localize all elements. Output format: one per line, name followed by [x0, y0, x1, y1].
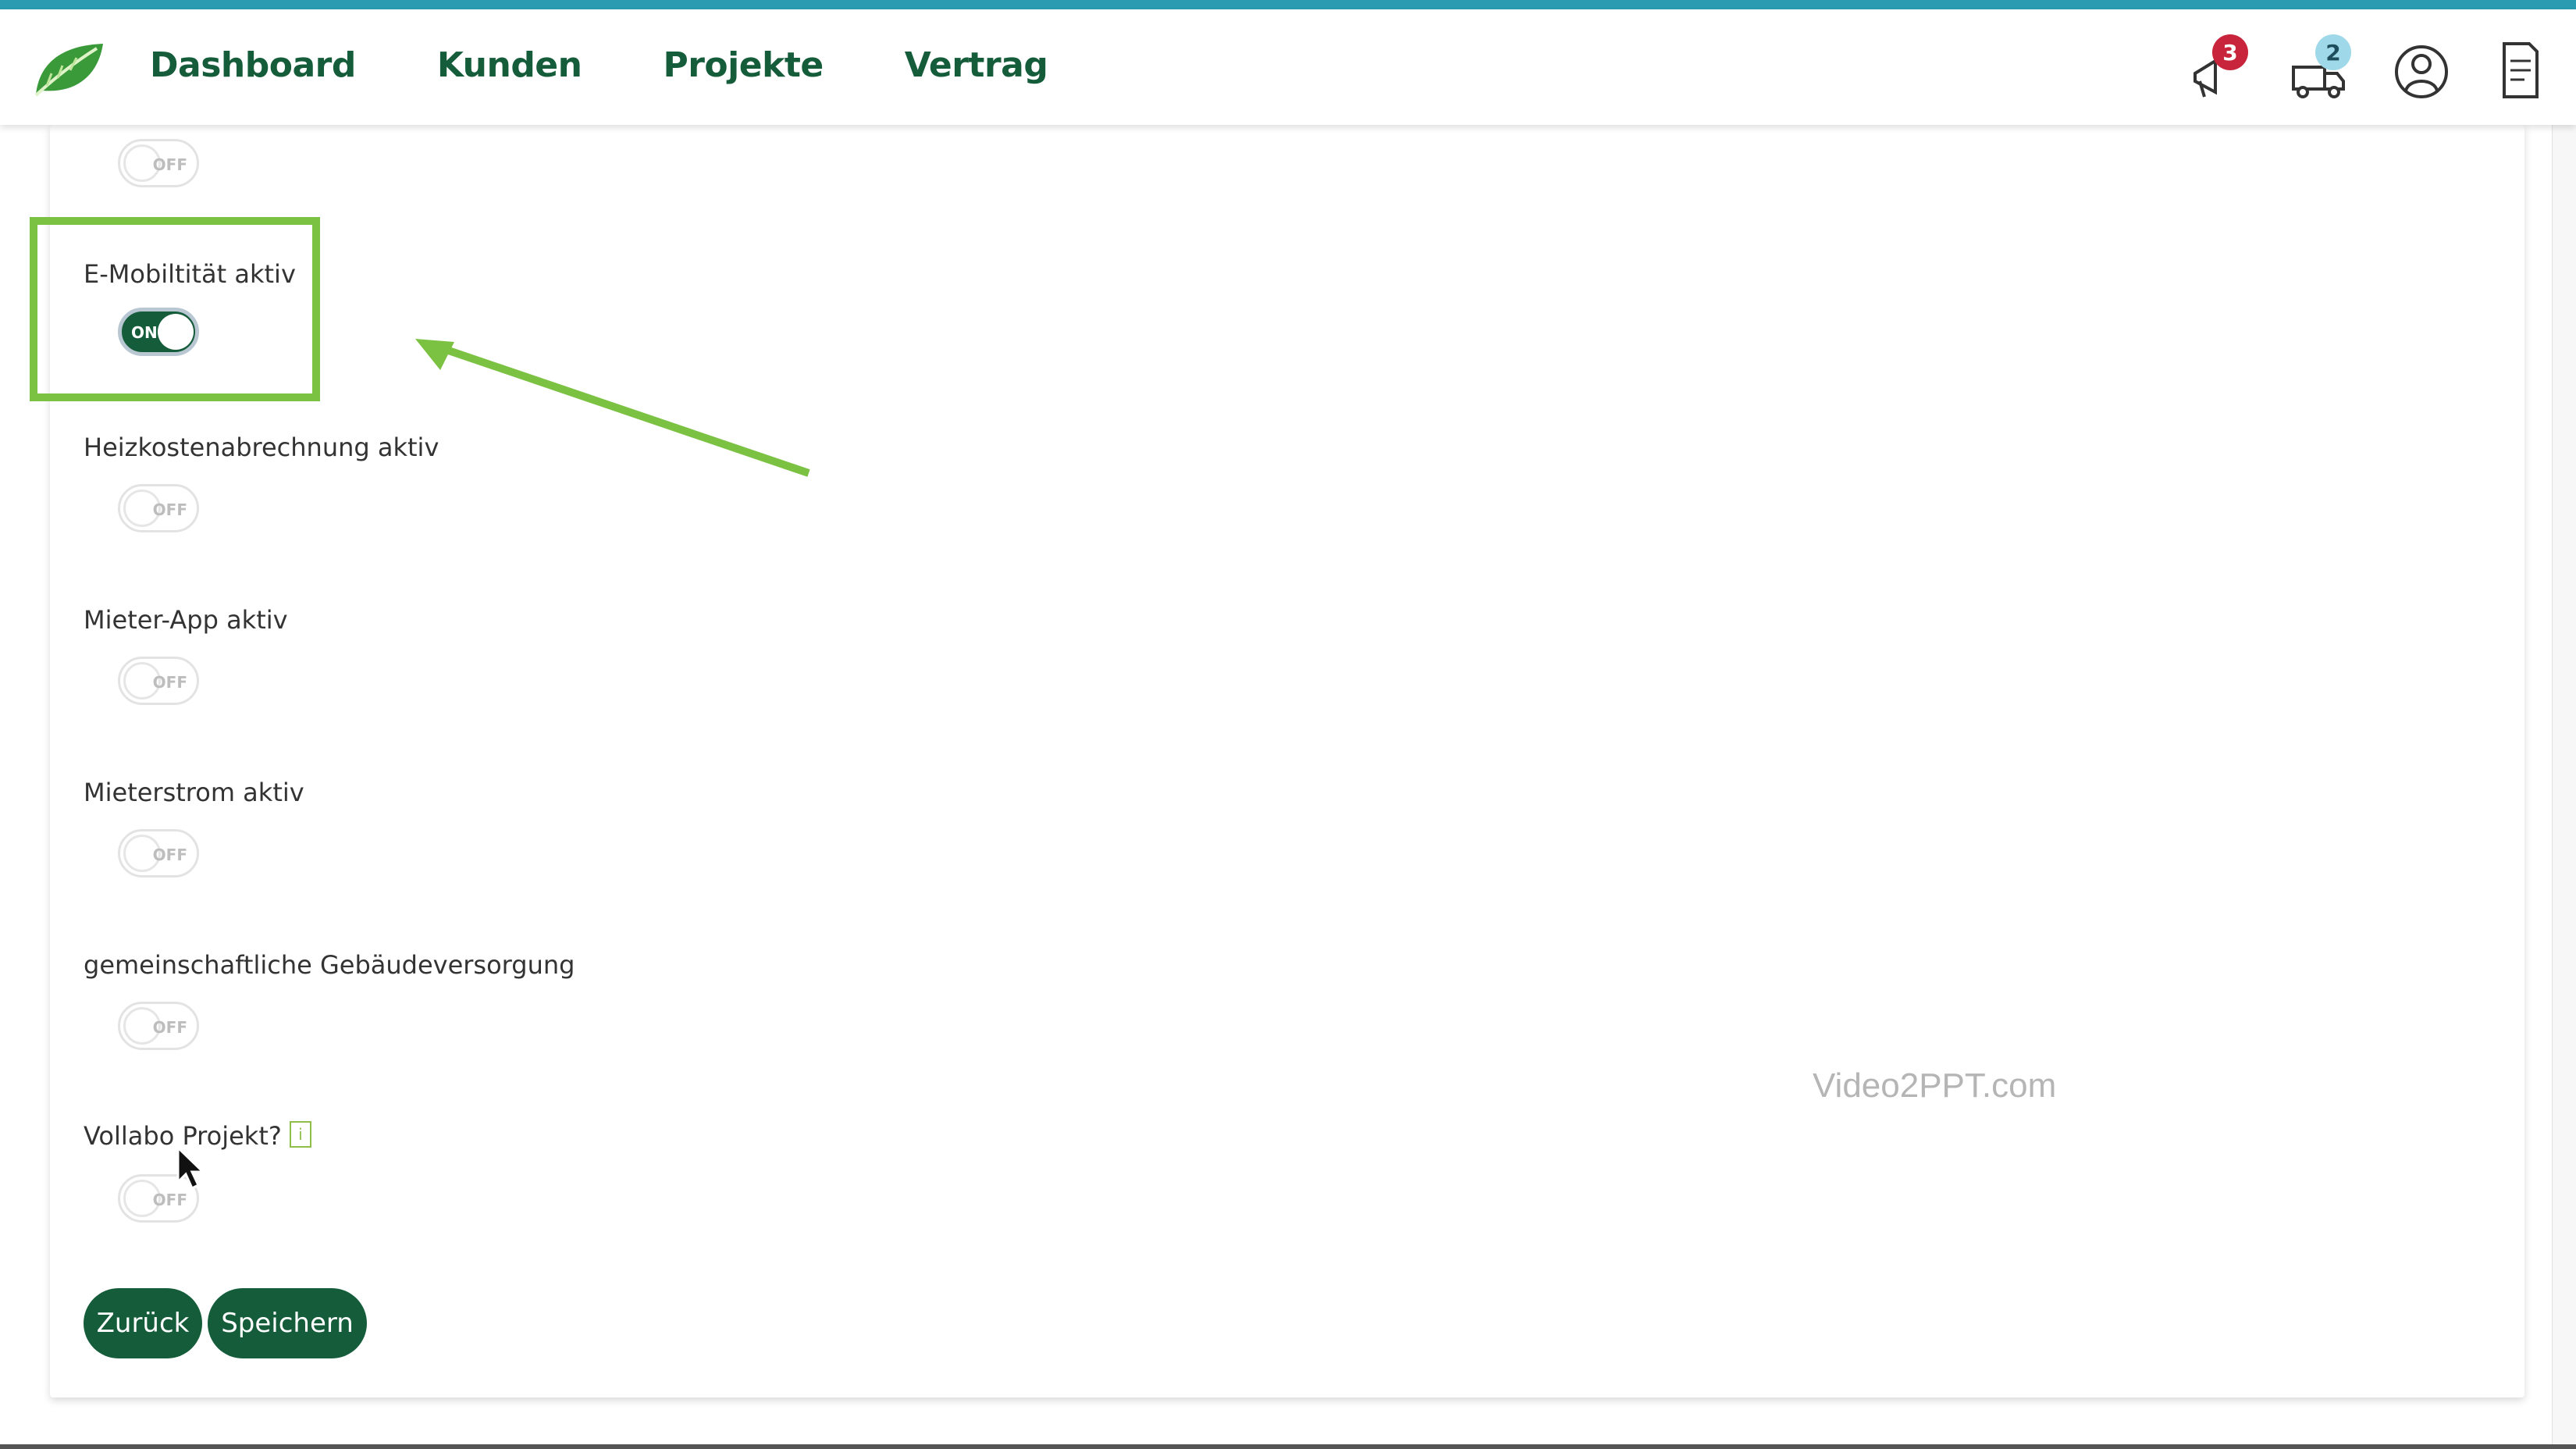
- toggle-state-label: OFF: [152, 1191, 187, 1209]
- toggle-state-label: OFF: [152, 155, 187, 174]
- notifications-button[interactable]: 3: [2187, 34, 2248, 103]
- toggle-state-label: OFF: [152, 846, 187, 864]
- toggle-state-label: OFF: [152, 500, 187, 519]
- annotation-arrow-icon: [415, 339, 810, 477]
- nav-dashboard[interactable]: Dashboard: [150, 45, 356, 85]
- field-heating-billing: Heizkostenabrechnung aktiv OFF: [84, 433, 439, 532]
- info-icon[interactable]: i: [289, 1121, 311, 1148]
- toggle-state-label: OFF: [152, 1018, 187, 1037]
- profile-button[interactable]: [2393, 37, 2450, 103]
- toggle-previous-setting[interactable]: OFF: [118, 139, 199, 187]
- tenant-power-label: Mieterstrom aktiv: [84, 778, 304, 807]
- heating-billing-label: Heizkostenabrechnung aktiv: [84, 433, 439, 462]
- document-icon: [2503, 42, 2539, 98]
- nav-projekte[interactable]: Projekte: [663, 45, 824, 85]
- field-shared-building-supply: gemeinschaftliche Gebäudeversorgung OFF: [84, 950, 575, 1050]
- nav-kunden[interactable]: Kunden: [437, 45, 582, 85]
- watermark: Video2PPT.com: [1813, 1066, 2057, 1105]
- user-avatar-icon: [2395, 45, 2448, 98]
- top-accent-line: [0, 0, 2576, 9]
- main-nav: Dashboard Kunden Projekte Vertrag: [150, 45, 1048, 85]
- field-tenant-power: Mieterstrom aktiv OFF: [84, 778, 304, 878]
- back-button[interactable]: Zurück: [84, 1288, 202, 1358]
- field-tenant-app: Mieter-App aktiv OFF: [84, 605, 288, 705]
- nav-vertrag[interactable]: Vertrag: [905, 45, 1048, 85]
- top-navigation-bar: Dashboard Kunden Projekte Vertrag 3 2: [0, 9, 2576, 125]
- scrollbar[interactable]: [2552, 125, 2576, 1449]
- tenant-app-label: Mieter-App aktiv: [84, 605, 288, 635]
- mouse-cursor-icon: [176, 1146, 206, 1191]
- toggle-state-label: OFF: [152, 673, 187, 692]
- notifications-count-badge: 3: [2212, 34, 2248, 70]
- header-icons: 3 2: [2187, 34, 2553, 103]
- toggle-tenant-app[interactable]: OFF: [118, 657, 199, 705]
- toggle-heating-billing[interactable]: OFF: [118, 484, 199, 532]
- leaf-logo-icon[interactable]: [31, 39, 106, 100]
- shared-building-supply-label: gemeinschaftliche Gebäudeversorgung: [84, 950, 575, 980]
- highlight-box: [30, 217, 320, 401]
- messages-count-badge: 2: [2315, 34, 2351, 70]
- toggle-shared-building-supply[interactable]: OFF: [118, 1002, 199, 1050]
- messages-button[interactable]: 2: [2290, 34, 2351, 103]
- save-button[interactable]: Speichern: [208, 1288, 367, 1358]
- bottom-edge: [0, 1444, 2576, 1449]
- project-settings-form: [50, 125, 2524, 1397]
- toggle-tenant-power[interactable]: OFF: [118, 829, 199, 878]
- documents-button[interactable]: [2496, 37, 2553, 103]
